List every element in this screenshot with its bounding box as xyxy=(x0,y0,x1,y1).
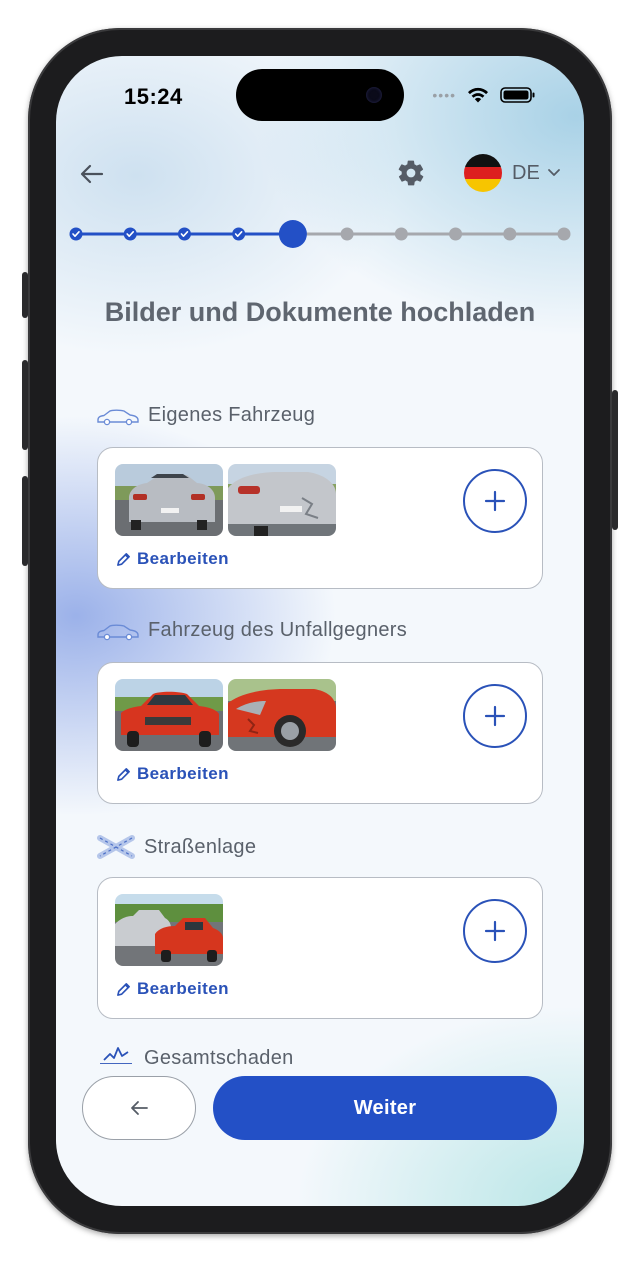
status-icons: •••• xyxy=(432,86,536,104)
section-label: Eigenes Fahrzeug xyxy=(148,404,316,426)
status-time: 15:24 xyxy=(124,84,183,109)
gear-icon[interactable] xyxy=(396,158,426,188)
plus-icon xyxy=(484,705,506,727)
plus-icon xyxy=(484,920,506,942)
red-car-damage-photo[interactable] xyxy=(228,679,336,751)
edit-button[interactable]: Bearbeiten xyxy=(116,764,229,784)
section-header-other-vehicle: Fahrzeug des Unfallgegners xyxy=(96,619,407,642)
edit-button[interactable]: Bearbeiten xyxy=(116,549,229,569)
volume-down-button xyxy=(22,476,28,566)
red-car-front-photo[interactable] xyxy=(115,679,223,751)
signal-dots-icon: •••• xyxy=(432,87,456,103)
previous-step-button[interactable] xyxy=(82,1076,196,1140)
step-dot-pending xyxy=(340,227,354,241)
back-arrow-icon[interactable] xyxy=(78,160,106,188)
add-photo-button[interactable] xyxy=(463,899,527,963)
total-damage-icon xyxy=(100,1047,132,1064)
road-intersection-icon xyxy=(97,835,135,859)
edit-label: Bearbeiten xyxy=(137,979,229,998)
app-screen: 15:24 •••• DE Bilder und Dokumente hochl… xyxy=(56,56,584,1206)
section-label: Gesamtschaden xyxy=(144,1046,294,1065)
chevron-down-icon[interactable] xyxy=(546,164,562,180)
pencil-icon xyxy=(117,982,130,996)
step-dot-pending xyxy=(449,227,463,241)
road-collision-photo[interactable] xyxy=(115,894,223,966)
add-photo-button[interactable] xyxy=(463,684,527,748)
section-header-own-vehicle: Eigenes Fahrzeug xyxy=(96,404,315,427)
upload-card-own-vehicle: Bearbeiten xyxy=(97,447,543,589)
arrow-left-icon xyxy=(131,1101,148,1115)
action-button xyxy=(22,272,28,318)
pencil-icon xyxy=(117,552,130,566)
wifi-icon xyxy=(468,87,488,103)
step-dot-current xyxy=(278,220,307,248)
camera-icon xyxy=(366,87,382,103)
step-dot-pending xyxy=(394,227,408,241)
section-label: Straßenlage xyxy=(144,835,257,858)
edit-label: Bearbeiten xyxy=(137,549,229,568)
section-header-road-situation: Straßenlage xyxy=(96,834,256,860)
germany-flag-icon[interactable] xyxy=(464,154,502,192)
power-button xyxy=(612,390,618,530)
pencil-icon xyxy=(117,767,130,781)
section-label: Fahrzeug des Unfallgegners xyxy=(148,619,408,641)
section-header-total-damage-clip: Gesamtschaden xyxy=(56,1046,584,1064)
silver-car-damage-photo[interactable] xyxy=(228,464,336,536)
add-photo-button[interactable] xyxy=(463,469,527,533)
progress-stepper xyxy=(69,220,571,248)
car-outline-icon xyxy=(97,408,139,425)
top-bar: DE xyxy=(56,154,584,194)
step-dot-pending xyxy=(557,227,571,241)
step-dot-pending xyxy=(503,227,517,241)
edit-button[interactable]: Bearbeiten xyxy=(116,979,229,999)
battery-icon xyxy=(500,87,535,103)
upload-card-road-situation: Bearbeiten xyxy=(97,877,543,1019)
language-code[interactable]: DE xyxy=(512,162,540,185)
section-header-total-damage: Gesamtschaden xyxy=(96,1046,294,1064)
page-title: Bilder und Dokumente hochladen xyxy=(104,297,536,327)
edit-label: Bearbeiten xyxy=(137,764,229,783)
volume-up-button xyxy=(22,360,28,450)
upload-card-other-vehicle: Bearbeiten xyxy=(97,662,543,804)
silver-car-rear-photo[interactable] xyxy=(115,464,223,536)
dynamic-island xyxy=(236,69,404,121)
car-outline-icon xyxy=(97,623,139,640)
plus-icon xyxy=(484,490,506,512)
next-button[interactable]: Weiter xyxy=(213,1076,557,1140)
